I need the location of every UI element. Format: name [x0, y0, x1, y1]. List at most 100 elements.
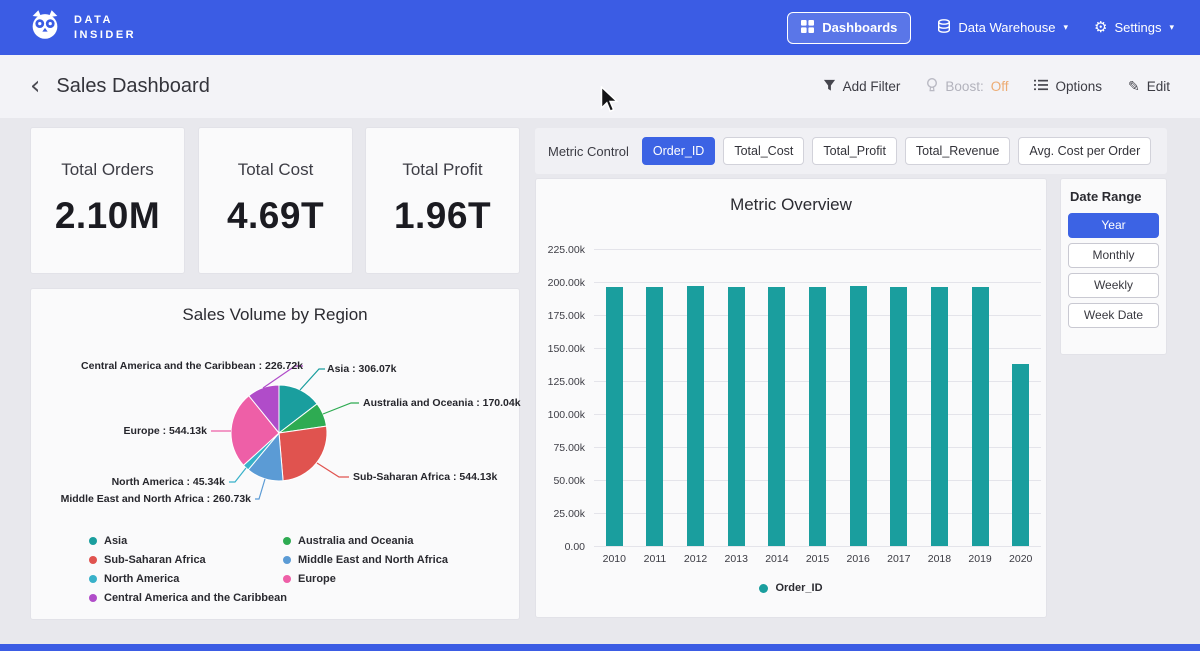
gear-icon: ⚙: [1094, 20, 1107, 35]
metric-control-label: Metric Control: [548, 144, 629, 159]
kpi-value: 4.69T: [199, 195, 352, 237]
bar-2010[interactable]: [606, 287, 623, 546]
owl-logo-icon: [26, 9, 64, 47]
y-axis-tick: 0.00: [565, 541, 585, 553]
pie-legend-column-2: Australia and Oceania Middle East and Nor…: [283, 535, 448, 585]
pie-callout-asia: Asia : 306.07k: [327, 363, 396, 375]
legend-label: Order_ID: [775, 582, 822, 594]
date-range-button-weekly[interactable]: Weekly: [1068, 273, 1159, 298]
nav-data-warehouse[interactable]: Data Warehouse ▾: [937, 19, 1068, 36]
date-range-card: Date Range YearMonthlyWeeklyWeek Date: [1060, 178, 1167, 355]
bar-slot: 2010: [594, 249, 635, 546]
list-icon: [1034, 79, 1048, 94]
dashboard-grid-icon: [801, 20, 814, 36]
bar-2011[interactable]: [646, 287, 663, 546]
pie-callout-line: [317, 463, 349, 477]
pencil-icon: ✎: [1128, 80, 1140, 94]
metric-control-bar: Metric Control Order_ID Total_Cost Total_P…: [535, 128, 1167, 174]
edit-label: Edit: [1147, 79, 1170, 94]
pie-callout-north-america: North America : 45.34k: [112, 476, 225, 488]
pie-callout-line: [323, 403, 359, 414]
legend-dot-icon: [283, 537, 291, 545]
pie-slice-sub-saharan-africa[interactable]: [279, 426, 327, 481]
metric-button-total-profit[interactable]: Total_Profit: [812, 137, 897, 165]
x-axis-label: 2014: [765, 553, 788, 565]
legend-label: Middle East and North Africa: [298, 554, 448, 566]
bar-2013[interactable]: [728, 287, 745, 546]
bar-2016[interactable]: [850, 286, 867, 546]
chevron-down-icon: ▾: [1064, 23, 1069, 33]
kpi-card-total-orders: Total Orders 2.10M: [30, 127, 185, 274]
metric-button-avg-cost-per-order[interactable]: Avg. Cost per Order: [1018, 137, 1151, 165]
bar-2014[interactable]: [768, 287, 785, 546]
nav-dashboards-button[interactable]: Dashboards: [787, 12, 911, 44]
add-filter-label: Add Filter: [843, 79, 901, 94]
options-label: Options: [1055, 79, 1102, 94]
back-button[interactable]: ‹: [30, 76, 40, 97]
bar-chart-legend[interactable]: Order_ID: [536, 582, 1046, 594]
legend-item-asia[interactable]: Asia: [89, 535, 287, 547]
boost-label: Boost:: [945, 79, 983, 94]
date-range-button-week-date[interactable]: Week Date: [1068, 303, 1159, 328]
bar-slot: 2020: [1000, 249, 1041, 546]
date-range-button-monthly[interactable]: Monthly: [1068, 243, 1159, 268]
kpi-card-total-profit: Total Profit 1.96T: [365, 127, 520, 274]
pie-callout-central-america: Central America and the Caribbean : 226.…: [81, 360, 303, 372]
metric-buttons: Order_ID Total_Cost Total_Profit Total_Reve…: [642, 137, 1151, 165]
nav-dashboards-label: Dashboards: [822, 20, 897, 35]
legend-item-north-america[interactable]: North America: [89, 573, 287, 585]
chevron-down-icon: ▾: [1169, 23, 1174, 33]
options-button[interactable]: Options: [1034, 79, 1102, 94]
bar-slot: 2019: [960, 249, 1001, 546]
legend-label: Asia: [104, 535, 127, 547]
bar-2020[interactable]: [1012, 364, 1029, 546]
y-axis-tick: 25.00k: [553, 508, 585, 520]
x-axis-label: 2019: [968, 553, 991, 565]
legend-item-middle-east-and-north-africa[interactable]: Middle East and North Africa: [283, 554, 448, 566]
funnel-icon: [823, 79, 836, 95]
bar-2019[interactable]: [972, 287, 989, 546]
nav-settings[interactable]: ⚙ Settings ▾: [1094, 20, 1174, 35]
bar-2015[interactable]: [809, 287, 826, 547]
legend-dot-icon: [89, 594, 97, 602]
bar-slot: 2016: [838, 249, 879, 546]
pie-callout-line: [300, 369, 325, 390]
bar-2017[interactable]: [890, 287, 907, 546]
pie-callout-middle-east-and-north-africa: Middle East and North Africa : 260.73k: [61, 493, 251, 505]
legend-item-sub-saharan-africa[interactable]: Sub-Saharan Africa: [89, 554, 287, 566]
legend-dot-icon: [759, 584, 768, 593]
pie-callout-sub-saharan-africa: Sub-Saharan Africa : 544.13k: [353, 471, 497, 483]
kpi-value: 2.10M: [31, 195, 184, 237]
legend-label: Europe: [298, 573, 336, 585]
bar-slot: 2012: [675, 249, 716, 546]
x-axis-label: 2012: [684, 553, 707, 565]
legend-label: Central America and the Caribbean: [104, 592, 287, 604]
sales-volume-by-region-card: Sales Volume by Region Asia : 306.07k Au…: [30, 288, 520, 620]
metric-button-total-cost[interactable]: Total_Cost: [723, 137, 804, 165]
date-range-button-year[interactable]: Year: [1068, 213, 1159, 238]
bar-slot: 2017: [878, 249, 919, 546]
legend-item-australia-and-oceania[interactable]: Australia and Oceania: [283, 535, 448, 547]
navbar: DATA INSIDER Dashboards Data Warehouse ▾…: [0, 0, 1200, 55]
bar-slot: 2013: [716, 249, 757, 546]
boost-toggle[interactable]: Boost: Off: [926, 78, 1008, 96]
x-axis-label: 2017: [887, 553, 910, 565]
kpi-card-total-cost: Total Cost 4.69T: [198, 127, 353, 274]
legend-item-central-america-and-the-caribbean[interactable]: Central America and the Caribbean: [89, 592, 287, 604]
brand-logo[interactable]: DATA INSIDER: [26, 9, 136, 47]
add-filter-button[interactable]: Add Filter: [823, 79, 901, 95]
y-axis-tick: 100.00k: [548, 409, 585, 421]
pie-callout-europe: Europe : 544.13k: [124, 425, 207, 437]
bar-2012[interactable]: [687, 286, 704, 546]
bar-slot: 2011: [635, 249, 676, 546]
metric-button-total-revenue[interactable]: Total_Revenue: [905, 137, 1010, 165]
legend-item-europe[interactable]: Europe: [283, 573, 448, 585]
y-axis-tick: 200.00k: [548, 277, 585, 289]
bar-2018[interactable]: [931, 287, 948, 546]
legend-dot-icon: [89, 537, 97, 545]
edit-button[interactable]: ✎ Edit: [1128, 79, 1170, 94]
boost-value: Off: [991, 79, 1009, 94]
y-axis-tick: 50.00k: [553, 475, 585, 487]
metric-button-order-id[interactable]: Order_ID: [642, 137, 715, 165]
legend-dot-icon: [283, 556, 291, 564]
